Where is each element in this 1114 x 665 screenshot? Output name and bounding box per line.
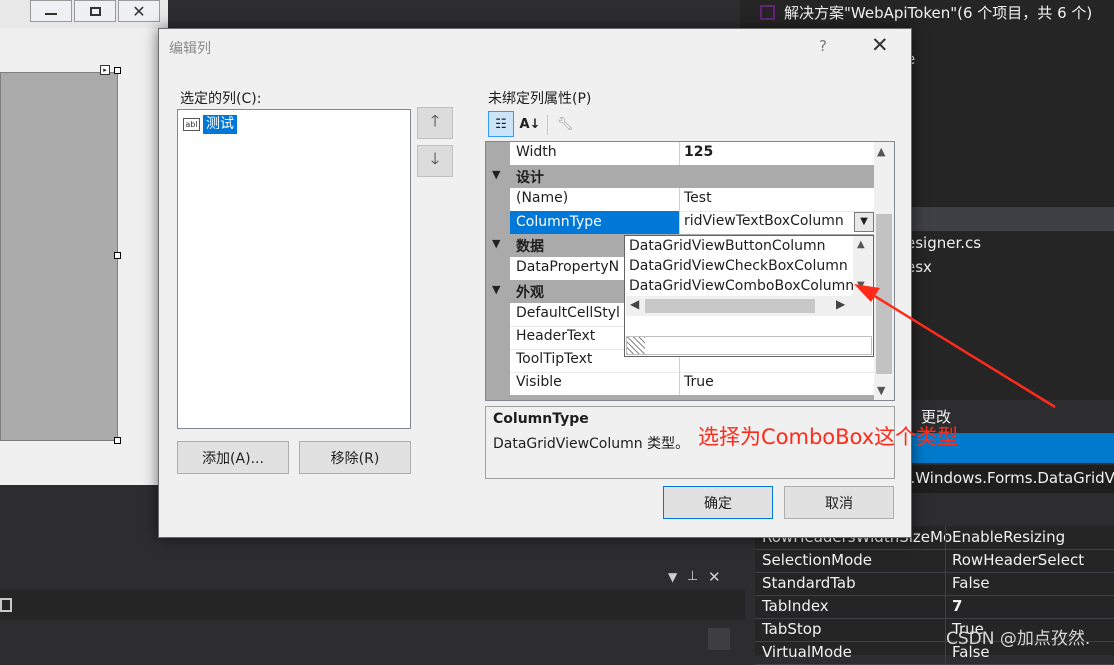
- arrow-up-icon: 🡑: [430, 110, 440, 130]
- alphabetical-sort-icon[interactable]: A↓: [517, 111, 543, 137]
- list-item[interactable]: abl 测试: [183, 114, 237, 134]
- property-row[interactable]: StandardTab False: [755, 572, 1114, 596]
- watermark: CSDN @加点孜然.: [946, 629, 1091, 649]
- datagridview-placeholder[interactable]: [0, 72, 118, 441]
- toolbar-divider: [547, 115, 548, 135]
- property-row[interactable]: (Name) Test: [486, 188, 876, 212]
- maximize-icon[interactable]: [74, 0, 116, 22]
- solution-title[interactable]: 解决方案"WebApiToken"(6 个项目，共 6 个): [784, 2, 1092, 23]
- resize-handle[interactable]: [114, 67, 121, 74]
- collapse-icon: ▼: [492, 168, 501, 181]
- collapse-icon: ▼: [492, 283, 501, 296]
- solution-file[interactable]: esigner.cs: [906, 234, 981, 252]
- dropdown-resize-grip[interactable]: [626, 336, 872, 355]
- property-row[interactable]: TabIndex 7: [755, 595, 1114, 619]
- remove-button[interactable]: 移除(R): [299, 441, 411, 474]
- solution-icon: [760, 5, 775, 20]
- dropdown-option[interactable]: DataGridViewButtonColumn: [629, 238, 853, 254]
- unbound-properties-label: 未绑定列属性(P): [488, 91, 592, 107]
- edit-columns-dialog: 编辑列 ? ✕ 选定的列(C): abl 测试 🡑 🡓 添加(A)... 移除(…: [158, 28, 912, 538]
- cancel-button[interactable]: 取消: [784, 486, 894, 519]
- close-panel-icon[interactable]: ✕: [708, 568, 721, 586]
- annotation-arrow: [854, 284, 1056, 409]
- scroll-left-arrow-icon[interactable]: ◀: [630, 297, 639, 311]
- property-row-selected[interactable]: ColumnType ridViewTextBoxColumn ▼: [486, 211, 876, 235]
- scroll-up-arrow-icon[interactable]: ▲: [877, 145, 885, 158]
- description-title: ColumnType: [493, 411, 589, 427]
- collapse-icon: ▼: [492, 237, 501, 250]
- close-icon[interactable]: ✕: [871, 33, 889, 57]
- scroll-up-icon[interactable]: [708, 628, 730, 650]
- help-button[interactable]: ?: [819, 37, 827, 55]
- form-titlebar: ✕: [0, 0, 168, 28]
- close-window-icon[interactable]: ✕: [118, 0, 160, 22]
- wrench-icon[interactable]: 🔧︎: [552, 111, 578, 137]
- category-row[interactable]: ▼ 设计: [486, 165, 876, 188]
- tool-icon[interactable]: [0, 598, 12, 612]
- property-row[interactable]: Visible True: [486, 372, 876, 396]
- categorized-view-icon[interactable]: ☷: [488, 111, 514, 137]
- move-up-button[interactable]: 🡑: [417, 107, 453, 139]
- property-row[interactable]: Width 125: [486, 142, 876, 166]
- smart-tag-icon[interactable]: ▸: [100, 65, 110, 75]
- designer-form: ✕ ▸: [0, 0, 168, 485]
- resize-handle[interactable]: [114, 437, 121, 444]
- column-type-dropdown[interactable]: DataGridViewButtonColumn DataGridViewChe…: [624, 235, 874, 357]
- dropdown-arrow-icon[interactable]: ▼: [668, 570, 677, 584]
- selected-columns-list[interactable]: abl 测试: [177, 109, 411, 429]
- dropdown-option[interactable]: DataGridViewCheckBoxColumn: [629, 258, 853, 274]
- scroll-up-arrow-icon[interactable]: ▲: [857, 239, 865, 250]
- description-text: DataGridViewColumn 类型。: [493, 436, 690, 452]
- move-down-button[interactable]: 🡓: [417, 145, 453, 177]
- dropdown-toggle-icon[interactable]: ▼: [854, 212, 874, 232]
- property-row[interactable]: SelectionMode RowHeaderSelect: [755, 549, 1114, 573]
- ok-button[interactable]: 确定: [663, 486, 773, 519]
- dialog-title: 编辑列: [169, 41, 211, 57]
- pin-icon[interactable]: ⊥: [687, 569, 698, 584]
- annotation-text: 选择为ComboBox这个类型: [698, 425, 959, 449]
- scrollbar-thumb[interactable]: [645, 299, 815, 313]
- minimize-icon[interactable]: [30, 0, 72, 22]
- add-button[interactable]: 添加(A)...: [177, 441, 289, 474]
- column-item-label: 测试: [203, 114, 237, 134]
- category-row[interactable]: [486, 395, 876, 400]
- selected-columns-label: 选定的列(C):: [180, 91, 262, 107]
- resize-handle[interactable]: [114, 252, 121, 259]
- output-toolbar: [0, 590, 745, 620]
- dropdown-option[interactable]: DataGridViewComboBoxColumn: [629, 278, 853, 294]
- arrow-down-icon: 🡓: [430, 148, 440, 168]
- textbox-column-icon: abl: [183, 117, 200, 131]
- resize-grip-icon[interactable]: [627, 337, 645, 354]
